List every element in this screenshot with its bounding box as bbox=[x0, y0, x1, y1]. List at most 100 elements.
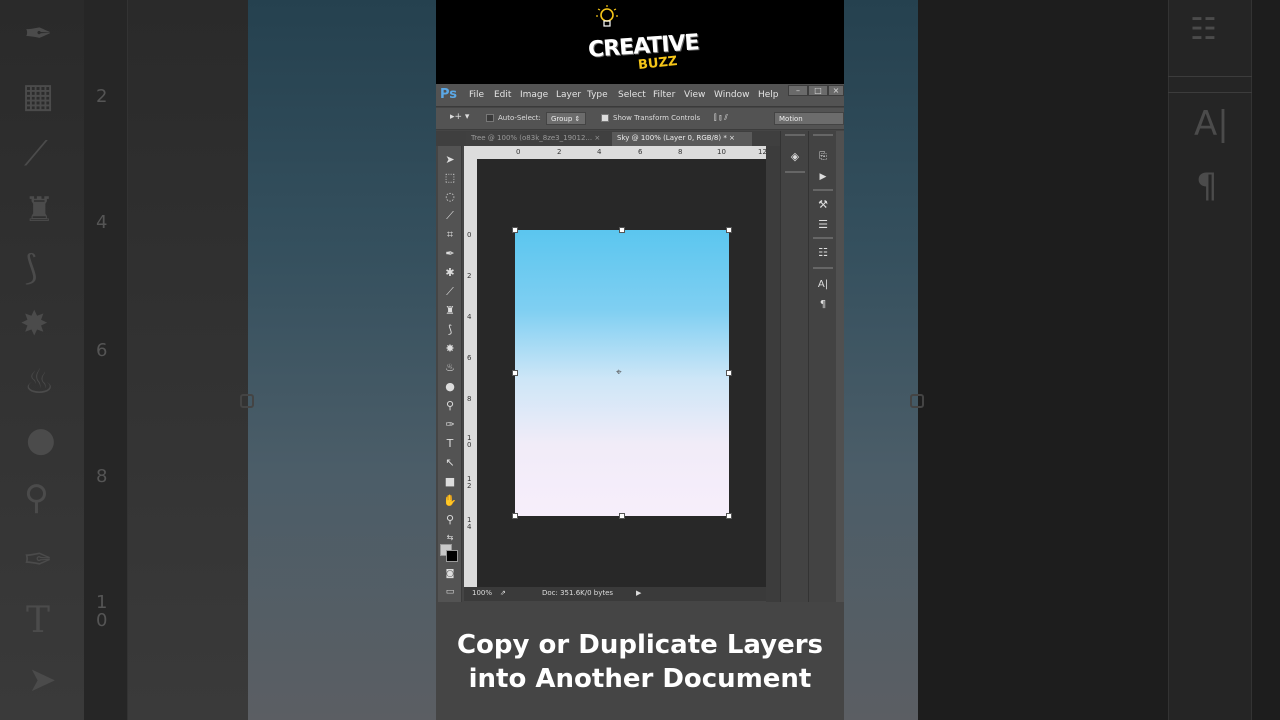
left-blurred-background: 2 4 6 8 1 0 ✒ ▦ ⟋ ♜ ⟆ ✸ ♨ ● ⚲ ✑ T ➤ bbox=[0, 0, 248, 720]
tab-sky-document[interactable]: Sky @ 100% (Layer 0, RGB/8) * × bbox=[612, 132, 752, 146]
ghost-divider bbox=[1168, 76, 1252, 77]
tool-presets-icon[interactable]: ⚒ bbox=[813, 197, 833, 213]
clone-source-icon[interactable]: ☷ bbox=[813, 245, 833, 261]
ruler-label: 2 bbox=[467, 272, 472, 280]
tab-close-icon[interactable]: × bbox=[729, 134, 735, 142]
auto-select-checkbox[interactable] bbox=[486, 114, 494, 122]
actions-panel-icon[interactable]: ▶ bbox=[813, 169, 833, 185]
transform-handle[interactable] bbox=[726, 227, 732, 233]
dodge-tool-icon[interactable]: ⚲ bbox=[441, 398, 459, 414]
menu-layer[interactable]: Layer bbox=[556, 90, 581, 100]
paint-bucket-tool-icon[interactable]: ♨ bbox=[441, 360, 459, 376]
workspace-dropdown[interactable]: Motion bbox=[774, 112, 844, 125]
adjustments-icon[interactable]: ☰ bbox=[813, 217, 833, 233]
background-color-swatch[interactable] bbox=[446, 550, 458, 562]
menu-edit[interactable]: Edit bbox=[494, 90, 511, 100]
sky-image-layer[interactable]: ⌖ bbox=[512, 227, 732, 519]
zoom-tool-icon[interactable]: ⚲ bbox=[441, 512, 459, 528]
transform-handle[interactable] bbox=[726, 513, 732, 519]
tab-close-icon[interactable]: × bbox=[594, 134, 600, 142]
transform-handle[interactable] bbox=[619, 513, 625, 519]
ghost-ruler-tick: 8 bbox=[96, 466, 108, 487]
menu-filter[interactable]: Filter bbox=[653, 90, 675, 100]
photoshop-logo: Ps bbox=[440, 87, 458, 102]
export-icon[interactable]: ⇗ bbox=[500, 589, 506, 597]
horizontal-ruler: 0 2 4 6 8 10 12 bbox=[464, 146, 767, 159]
vertical-ruler: 0 2 4 6 8 1 0 1 2 1 4 bbox=[464, 159, 477, 587]
maximize-button[interactable]: □ bbox=[808, 85, 828, 96]
history-panel-icon[interactable]: ⎘ bbox=[813, 149, 833, 165]
move-tool-preset-icon[interactable]: ▸+ ▾ bbox=[450, 112, 469, 122]
menu-type[interactable]: Type bbox=[587, 90, 608, 100]
transform-handle[interactable] bbox=[512, 370, 518, 376]
paragraph-panel-icon[interactable]: ¶ bbox=[813, 297, 833, 313]
shape-tool-icon[interactable]: ■ bbox=[441, 474, 459, 490]
ghost-pen-icon: ✑ bbox=[24, 540, 53, 580]
path-select-tool-icon[interactable]: ↖ bbox=[441, 455, 459, 471]
left-blurred-sky bbox=[240, 0, 436, 720]
menu-image[interactable]: Image bbox=[520, 90, 548, 100]
quick-mask-icon[interactable]: ◙ bbox=[441, 566, 459, 582]
ghost-drop-icon: ● bbox=[26, 420, 56, 460]
ghost-ruler-tick: 6 bbox=[96, 340, 108, 361]
ruler-label: 1 0 bbox=[467, 434, 472, 449]
zoom-level[interactable]: 100% bbox=[472, 589, 492, 597]
vertical-scrollbar[interactable] bbox=[766, 146, 780, 602]
auto-select-label: Auto-Select: bbox=[498, 114, 541, 122]
panel-divider bbox=[813, 267, 833, 269]
transform-handle[interactable] bbox=[512, 227, 518, 233]
eyedropper-tool-icon[interactable]: ✒ bbox=[441, 246, 459, 262]
ruler-label: 2 bbox=[557, 148, 562, 156]
blur-tool-icon[interactable]: ● bbox=[441, 379, 459, 395]
menu-view[interactable]: View bbox=[684, 90, 705, 100]
panel-divider bbox=[785, 171, 805, 173]
document-canvas[interactable]: ⌖ bbox=[477, 159, 766, 587]
menu-file[interactable]: File bbox=[469, 90, 484, 100]
ghost-clone-source-icon: ☷ bbox=[1190, 12, 1217, 47]
transform-handle[interactable] bbox=[512, 513, 518, 519]
ghost-type-icon: T bbox=[26, 600, 51, 641]
status-menu-arrow-icon[interactable]: ▶ bbox=[636, 589, 641, 597]
crop-tool-icon[interactable]: ⌗ bbox=[441, 227, 459, 243]
marquee-tool-icon[interactable]: ⬚ bbox=[441, 170, 459, 186]
layers-panel-icon[interactable]: ◈ bbox=[785, 149, 805, 165]
ghost-arrow-icon: ➤ bbox=[28, 660, 57, 700]
ghost-ruler-tick: 1 0 bbox=[96, 592, 108, 631]
eraser-tool-icon[interactable]: ✸ bbox=[441, 341, 459, 357]
workspace-value: Motion bbox=[779, 115, 803, 123]
character-panel-icon[interactable]: A| bbox=[813, 277, 833, 293]
type-tool-icon[interactable]: T bbox=[441, 436, 459, 452]
minimize-button[interactable]: – bbox=[788, 85, 808, 96]
ruler-label: 6 bbox=[638, 148, 643, 156]
menu-window[interactable]: Window bbox=[714, 90, 750, 100]
transform-controls-checkbox[interactable] bbox=[601, 114, 609, 122]
ruler-label: 4 bbox=[597, 148, 602, 156]
close-button[interactable]: × bbox=[828, 85, 844, 96]
menu-select[interactable]: Select bbox=[618, 90, 646, 100]
status-bar: 100% ⇗ Doc: 351.6K/0 bytes ▶ bbox=[464, 587, 766, 601]
quick-select-tool-icon[interactable]: ⟋ bbox=[441, 208, 459, 224]
pen-tool-icon[interactable]: ✑ bbox=[441, 417, 459, 433]
collapsed-panel-dock: ⎘ ▶ ⚒ ☰ ☷ A| ¶ bbox=[808, 131, 836, 602]
healing-tool-icon[interactable]: ✱ bbox=[441, 265, 459, 281]
menu-help[interactable]: Help bbox=[758, 90, 779, 100]
tab-tree-document[interactable]: Tree @ 100% (o83k_8ze3_19012... × bbox=[466, 132, 612, 146]
brush-tool-icon[interactable]: ⟋ bbox=[441, 284, 459, 300]
transform-center-icon[interactable]: ⌖ bbox=[616, 367, 622, 378]
stamp-tool-icon[interactable]: ♜ bbox=[441, 303, 459, 319]
transform-handle[interactable] bbox=[619, 227, 625, 233]
ruler-label: 8 bbox=[467, 395, 472, 403]
align-icons[interactable]: ⫿ ⫾ ⫽ bbox=[714, 113, 728, 123]
auto-select-dropdown[interactable]: Group ⇕ bbox=[546, 112, 586, 125]
video-frame: 2 4 6 8 1 0 ✒ ▦ ⟋ ♜ ⟆ ✸ ♨ ● ⚲ ✑ T ➤ ☷ A|… bbox=[0, 0, 1280, 720]
move-tool-icon[interactable]: ➤ bbox=[441, 152, 459, 168]
hand-tool-icon[interactable]: ✋ bbox=[441, 493, 459, 509]
lasso-tool-icon[interactable]: ◌ bbox=[441, 189, 459, 205]
screen-mode-icon[interactable]: ▭ bbox=[441, 584, 459, 600]
history-brush-tool-icon[interactable]: ⟆ bbox=[441, 322, 459, 338]
document-tab-bar: Tree @ 100% (o83k_8ze3_19012... × Sky @ … bbox=[436, 131, 781, 146]
right-blurred-sky bbox=[844, 0, 918, 720]
transform-handle[interactable] bbox=[726, 370, 732, 376]
channel-logo: CREATIVE BUZZ bbox=[436, 0, 844, 84]
document-size: Doc: 351.6K/0 bytes bbox=[542, 589, 614, 597]
